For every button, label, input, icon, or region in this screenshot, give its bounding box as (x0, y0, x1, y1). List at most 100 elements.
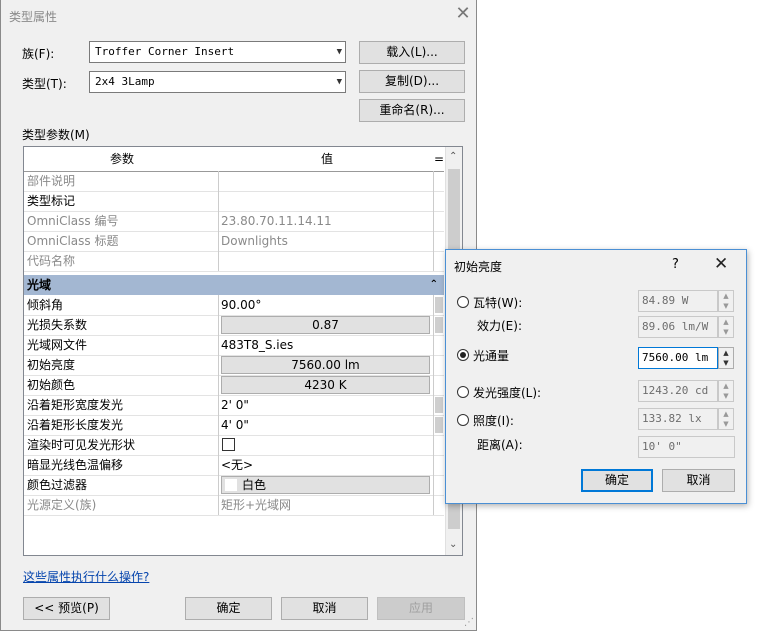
dialog-title: 类型属性 (9, 10, 58, 24)
table-row[interactable]: 颜色过滤器 白色 (24, 475, 444, 496)
param-value[interactable]: 483T8_S.ies (219, 335, 433, 355)
render-shape-checkbox[interactable] (222, 438, 235, 451)
table-row[interactable]: 初始亮度 7560.00 lm (24, 355, 444, 376)
ok-button[interactable]: 确定 (185, 597, 272, 620)
type-parameters-grid: 参数 值 = 部件说明 类型标记 OmniClass 编号 23.80.70.1… (23, 146, 463, 556)
intensity-spinner[interactable]: ▲ ▼ (718, 380, 734, 402)
param-name: 初始亮度 (24, 355, 219, 375)
param-value[interactable]: 矩形+光域网 (219, 495, 433, 515)
duplicate-button[interactable]: 复制(D)... (359, 70, 465, 93)
distance-input[interactable]: 10' 0" (638, 436, 735, 458)
type-label: 类型(T): (22, 77, 67, 91)
wattage-spinner[interactable]: ▲ ▼ (718, 290, 734, 312)
color-filter-value: 白色 (242, 478, 267, 492)
param-value[interactable]: 90.00° (219, 295, 433, 315)
efficacy-input[interactable]: 89.06 lm/W (638, 316, 718, 338)
column-header-param[interactable]: 参数 (24, 147, 221, 172)
table-row[interactable]: 类型标记 (24, 191, 444, 212)
family-value: Troffer Corner Insert (95, 45, 235, 58)
flux-label: 光通量 (473, 349, 510, 363)
wattage-label: 瓦特(W): (473, 296, 523, 310)
table-row[interactable]: OmniClass 编号 23.80.70.11.14.11 (24, 211, 444, 232)
flux-radio[interactable] (457, 349, 469, 361)
chevron-down-icon: ▼ (336, 47, 342, 57)
param-value[interactable] (219, 251, 433, 271)
efficacy-spinner[interactable]: ▲ ▼ (718, 316, 734, 338)
group-title: 光域 (27, 278, 52, 292)
column-header-value[interactable]: 值 (220, 147, 435, 172)
scroll-down-icon[interactable]: ⌄ (449, 539, 457, 550)
illuminance-label: 照度(I): (473, 414, 514, 428)
table-row[interactable]: 暗显光线色温偏移 <无> (24, 455, 444, 476)
table-row[interactable]: 光域网文件 483T8_S.ies (24, 335, 444, 356)
chevron-down-icon: ▼ (336, 77, 342, 87)
table-row[interactable]: 倾斜角 90.00° (24, 295, 444, 316)
help-link[interactable]: 这些属性执行什么操作? (23, 568, 149, 585)
param-name: 渲染时可见发光形状 (24, 435, 219, 455)
flux-spinner[interactable]: ▲ ▼ (718, 347, 734, 369)
family-select[interactable]: Troffer Corner Insert ▼ (89, 41, 346, 63)
help-icon[interactable]: ? (672, 257, 679, 272)
type-properties-dialog: 类型属性 ✕ 族(F): Troffer Corner Insert ▼ 载入(… (0, 0, 477, 631)
param-name: 代码名称 (24, 251, 219, 271)
flux-input[interactable]: 7560.00 lm (638, 347, 718, 369)
efficacy-label: 效力(E): (477, 319, 522, 333)
intensity-input[interactable]: 1243.20 cd (638, 380, 718, 402)
param-name: 类型标记 (24, 191, 219, 211)
cancel-button[interactable]: 取消 (662, 469, 735, 492)
param-value-button[interactable]: 4230 K (221, 376, 430, 394)
intensity-radio[interactable] (457, 386, 469, 398)
param-name: 倾斜角 (24, 295, 219, 315)
param-name: 初始颜色 (24, 375, 219, 395)
wattage-radio[interactable] (457, 296, 469, 308)
param-value[interactable]: 23.80.70.11.14.11 (219, 211, 433, 231)
family-label: 族(F): (22, 47, 55, 61)
resize-grip-icon[interactable]: ⋰ (464, 617, 474, 628)
collapse-icon[interactable]: ⌃ (430, 275, 438, 295)
type-select[interactable]: 2x4 3Lamp ▼ (89, 71, 346, 93)
param-value-button[interactable]: 7560.00 lm (221, 356, 430, 374)
illuminance-spinner[interactable]: ▲ ▼ (718, 408, 734, 430)
table-row[interactable]: OmniClass 标题 Downlights (24, 231, 444, 252)
initial-intensity-dialog: 初始亮度 ? ✕ 瓦特(W): 84.89 W ▲ ▼ 效力(E): 89.06 … (445, 249, 747, 504)
param-value[interactable]: 2' 0" (219, 395, 433, 415)
param-name: 光源定义(族) (24, 495, 219, 515)
table-row[interactable]: 光损失系数 0.87 (24, 315, 444, 336)
load-button[interactable]: 载入(L)... (359, 41, 465, 64)
param-value-button[interactable]: 0.87 (221, 316, 430, 334)
color-filter-button[interactable]: 白色 (221, 476, 430, 494)
cancel-button[interactable]: 取消 (281, 597, 368, 620)
ok-button[interactable]: 确定 (581, 469, 653, 492)
table-row[interactable]: 沿着矩形宽度发光 2' 0" (24, 395, 444, 416)
column-header-eq: = (434, 147, 444, 172)
table-row[interactable]: 初始颜色 4230 K (24, 375, 444, 396)
param-value[interactable] (219, 191, 433, 211)
scroll-up-icon[interactable]: ⌃ (449, 151, 457, 162)
wattage-input[interactable]: 84.89 W (638, 290, 718, 312)
param-name: 暗显光线色温偏移 (24, 455, 219, 475)
table-row[interactable]: 代码名称 (24, 251, 444, 272)
rename-button[interactable]: 重命名(R)... (359, 99, 465, 122)
table-row[interactable]: 渲染时可见发光形状 (24, 435, 444, 456)
group-header-photometrics[interactable]: 光域 ⌃ (24, 275, 444, 295)
param-name: 光损失系数 (24, 315, 219, 335)
param-value[interactable]: Downlights (219, 231, 433, 251)
param-value[interactable]: <无> (219, 455, 433, 475)
param-name: OmniClass 标题 (24, 231, 219, 251)
param-value[interactable]: 4' 0" (219, 415, 433, 435)
table-row[interactable]: 光源定义(族) 矩形+光域网 (24, 495, 444, 516)
illuminance-radio[interactable] (457, 414, 469, 426)
param-name: 光域网文件 (24, 335, 219, 355)
preview-button[interactable]: << 预览(P) (23, 597, 110, 620)
close-icon[interactable]: ✕ (714, 254, 728, 274)
table-row[interactable]: 部件说明 (24, 171, 444, 192)
param-name: 沿着矩形宽度发光 (24, 395, 219, 415)
illuminance-input[interactable]: 133.82 lx (638, 408, 718, 430)
table-row[interactable]: 沿着矩形长度发光 4' 0" (24, 415, 444, 436)
apply-button[interactable]: 应用 (377, 597, 465, 620)
close-icon[interactable]: ✕ (453, 4, 473, 24)
param-value[interactable] (219, 171, 433, 191)
param-name: 沿着矩形长度发光 (24, 415, 219, 435)
type-value: 2x4 3Lamp (95, 75, 155, 88)
color-swatch (225, 479, 237, 491)
